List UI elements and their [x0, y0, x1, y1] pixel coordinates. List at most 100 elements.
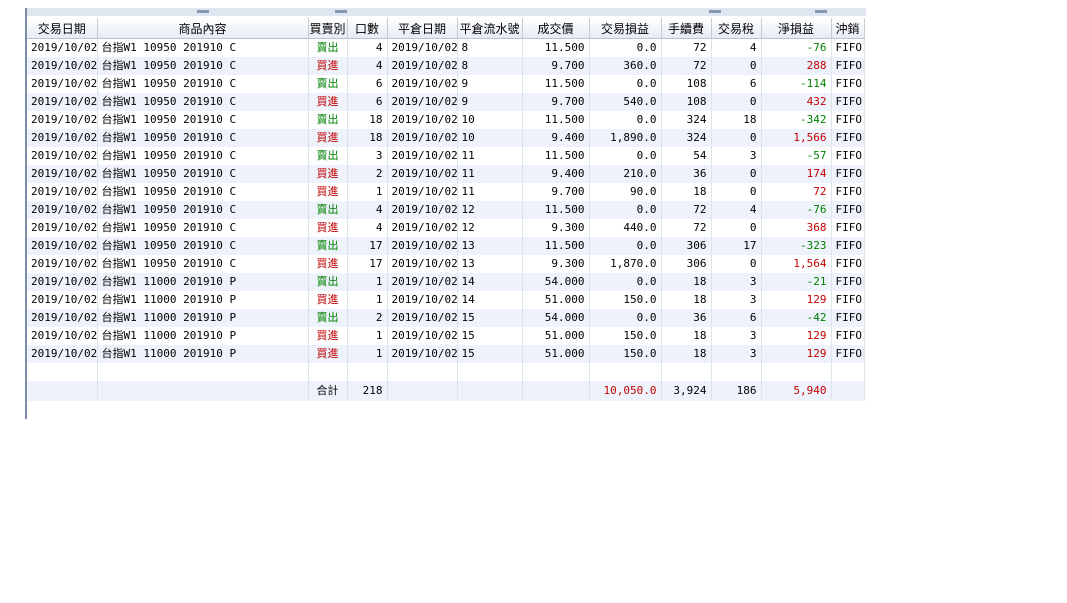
cell-tax: 17 — [711, 237, 762, 255]
table-row[interactable]: 2019/10/02 台指W1 10950 201910 C 賣出 17 2019/10… — [27, 237, 865, 255]
cell-close-date: 2019/10/02 — [387, 183, 458, 201]
trade-table: 交易日期 商品內容 買賣別 口數 平倉日期 平倉流水號 成交價 交易損益 手續費 交易稅 淨損益 沖銷… — [27, 18, 865, 401]
table-row[interactable]: 2019/10/02 台指W1 10950 201910 C 賣出 6 2019/10/… — [27, 75, 865, 93]
table-row[interactable]: 2019/10/02 台指W1 10950 201910 C 賣出 4 2019/10/… — [27, 38, 865, 57]
table-row[interactable]: 2019/10/02 台指W1 11000 201910 P 賣出 1 2019/10/… — [27, 273, 865, 291]
cell-price: 11.500 — [522, 111, 590, 129]
cell-date: 2019/10/02 — [27, 309, 98, 327]
cell-net: -21 — [761, 273, 832, 291]
cell-empty — [589, 363, 662, 381]
column-header-close-date[interactable]: 平倉日期 — [387, 18, 458, 39]
cell-pl: 1,870.0 — [589, 255, 662, 273]
cell-side: 買進 — [308, 129, 348, 147]
table-row[interactable]: 2019/10/02 台指W1 10950 201910 C 買進 6 2019/10/… — [27, 93, 865, 111]
cell-date: 2019/10/02 — [27, 75, 98, 93]
column-header-product[interactable]: 商品內容 — [97, 18, 309, 39]
cell-side: 買進 — [308, 291, 348, 309]
cell-empty — [457, 363, 523, 381]
cell-net: -114 — [761, 75, 832, 93]
column-header-pl[interactable]: 交易損益 — [589, 18, 662, 39]
cell-close-date: 2019/10/02 — [387, 327, 458, 345]
column-header-side[interactable]: 買賣別 — [308, 18, 348, 39]
cell-tax: 0 — [711, 165, 762, 183]
cell-pl: 0.0 — [589, 147, 662, 165]
cell-pl: 0.0 — [589, 273, 662, 291]
cell-net: 129 — [761, 327, 832, 345]
cell-method: FIFO — [831, 273, 865, 291]
table-row[interactable]: 2019/10/02 台指W1 10950 201910 C 買進 1 2019/10/… — [27, 183, 865, 201]
cell-close-date: 2019/10/02 — [387, 201, 458, 219]
cell-fee: 324 — [661, 111, 712, 129]
cell-date: 2019/10/02 — [27, 183, 98, 201]
cell-tax: 18 — [711, 111, 762, 129]
cell-fee: 108 — [661, 75, 712, 93]
cell-qty: 4 — [347, 38, 388, 57]
cell-qty: 2 — [347, 165, 388, 183]
cell-product: 台指W1 10950 201910 C — [97, 111, 309, 129]
column-header-tax[interactable]: 交易稅 — [711, 18, 762, 39]
table-row[interactable]: 2019/10/02 台指W1 10950 201910 C 買進 4 2019/10/… — [27, 219, 865, 237]
cell-seq: 12 — [457, 219, 523, 237]
table-row[interactable]: 2019/10/02 台指W1 10950 201910 C 買進 18 2019/10… — [27, 129, 865, 147]
cell-qty: 4 — [347, 201, 388, 219]
cell-product: 台指W1 10950 201910 C — [97, 183, 309, 201]
cell-pl: 150.0 — [589, 327, 662, 345]
column-header-qty[interactable]: 口數 — [347, 18, 388, 39]
table-row[interactable]: 2019/10/02 台指W1 11000 201910 P 買進 1 2019/10/… — [27, 327, 865, 345]
cell-pl: 0.0 — [589, 237, 662, 255]
cell-net: -57 — [761, 147, 832, 165]
table-row[interactable]: 2019/10/02 台指W1 10950 201910 C 買進 2 2019/10/… — [27, 165, 865, 183]
totals-label: 合計 — [308, 381, 348, 401]
table-row[interactable]: 2019/10/02 台指W1 11000 201910 P 買進 1 2019/10/… — [27, 345, 865, 363]
table-row[interactable]: 2019/10/02 台指W1 10950 201910 C 買進 17 2019/10… — [27, 255, 865, 273]
cell-price: 54.000 — [522, 273, 590, 291]
cell-price: 9.300 — [522, 255, 590, 273]
trade-grid[interactable]: 交易日期 商品內容 買賣別 口數 平倉日期 平倉流水號 成交價 交易損益 手續費 交易稅 淨損益 沖銷… — [25, 8, 866, 419]
totals-fee: 3,924 — [661, 381, 712, 401]
cell-seq: 14 — [457, 273, 523, 291]
column-header-seq[interactable]: 平倉流水號 — [457, 18, 523, 39]
cell-side: 買進 — [308, 327, 348, 345]
table-row[interactable]: 2019/10/02 台指W1 11000 201910 P 買進 1 2019/10/… — [27, 291, 865, 309]
cell-method: FIFO — [831, 38, 865, 57]
cell-date: 2019/10/02 — [27, 237, 98, 255]
cell-seq: 15 — [457, 327, 523, 345]
cell-tax: 3 — [711, 327, 762, 345]
table-row[interactable]: 2019/10/02 台指W1 10950 201910 C 賣出 4 2019/10/… — [27, 201, 865, 219]
cell-price: 11.500 — [522, 38, 590, 57]
cell-method: FIFO — [831, 201, 865, 219]
cell-date: 2019/10/02 — [27, 165, 98, 183]
table-row[interactable]: 2019/10/02 台指W1 11000 201910 P 賣出 2 2019/10/… — [27, 309, 865, 327]
table-row[interactable]: 2019/10/02 台指W1 10950 201910 C 賣出 3 2019/10/… — [27, 147, 865, 165]
table-row[interactable]: 2019/10/02 台指W1 10950 201910 C 賣出 18 2019/10… — [27, 111, 865, 129]
table-row[interactable]: 2019/10/02 台指W1 10950 201910 C 買進 4 2019/10/… — [27, 57, 865, 75]
cell-close-date: 2019/10/02 — [387, 273, 458, 291]
cell-close-date: 2019/10/02 — [387, 75, 458, 93]
cell-method: FIFO — [831, 129, 865, 147]
column-header-price[interactable]: 成交價 — [522, 18, 590, 39]
cell-tax: 0 — [711, 255, 762, 273]
cell-close-date: 2019/10/02 — [387, 147, 458, 165]
cell-net: -76 — [761, 201, 832, 219]
cell-method: FIFO — [831, 111, 865, 129]
column-header-date[interactable]: 交易日期 — [27, 18, 98, 39]
strip-marker — [815, 10, 827, 13]
column-header-fee[interactable]: 手續費 — [661, 18, 712, 39]
cell-tax: 4 — [711, 201, 762, 219]
cell-seq: 8 — [457, 38, 523, 57]
cell-close-date: 2019/10/02 — [387, 345, 458, 363]
cell-net: 368 — [761, 219, 832, 237]
cell-seq: 11 — [457, 183, 523, 201]
column-header-method[interactable]: 沖銷 — [831, 18, 865, 39]
cell-pl: 210.0 — [589, 165, 662, 183]
cell-pl: 150.0 — [589, 345, 662, 363]
column-header-net[interactable]: 淨損益 — [761, 18, 832, 39]
cell-tax: 3 — [711, 345, 762, 363]
cell-seq: 15 — [457, 345, 523, 363]
cell-method: FIFO — [831, 183, 865, 201]
strip-marker — [709, 10, 721, 13]
cell-method: FIFO — [831, 75, 865, 93]
cell-empty — [457, 381, 523, 401]
cell-net: 129 — [761, 291, 832, 309]
cell-product: 台指W1 10950 201910 C — [97, 201, 309, 219]
